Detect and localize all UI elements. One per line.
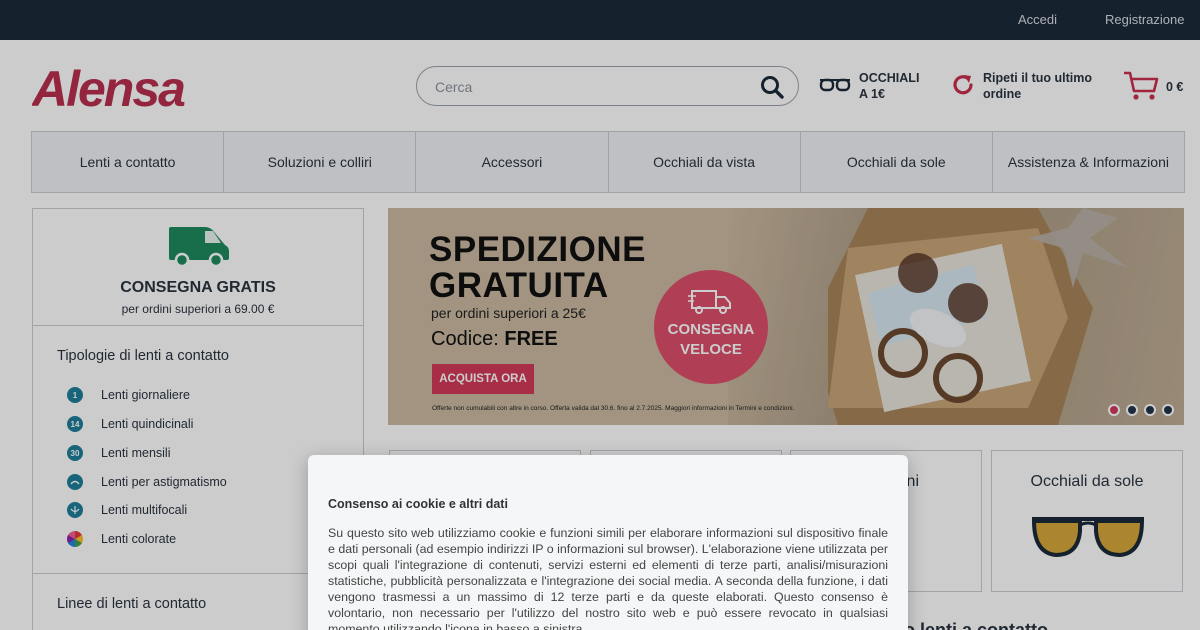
cookie-dialog-title: Consenso ai cookie e altri dati xyxy=(328,497,508,511)
cookie-consent-dialog: Consenso ai cookie e altri dati Su quest… xyxy=(308,455,908,630)
cookie-dialog-body: Su questo sito web utilizziamo cookie e … xyxy=(328,526,888,630)
